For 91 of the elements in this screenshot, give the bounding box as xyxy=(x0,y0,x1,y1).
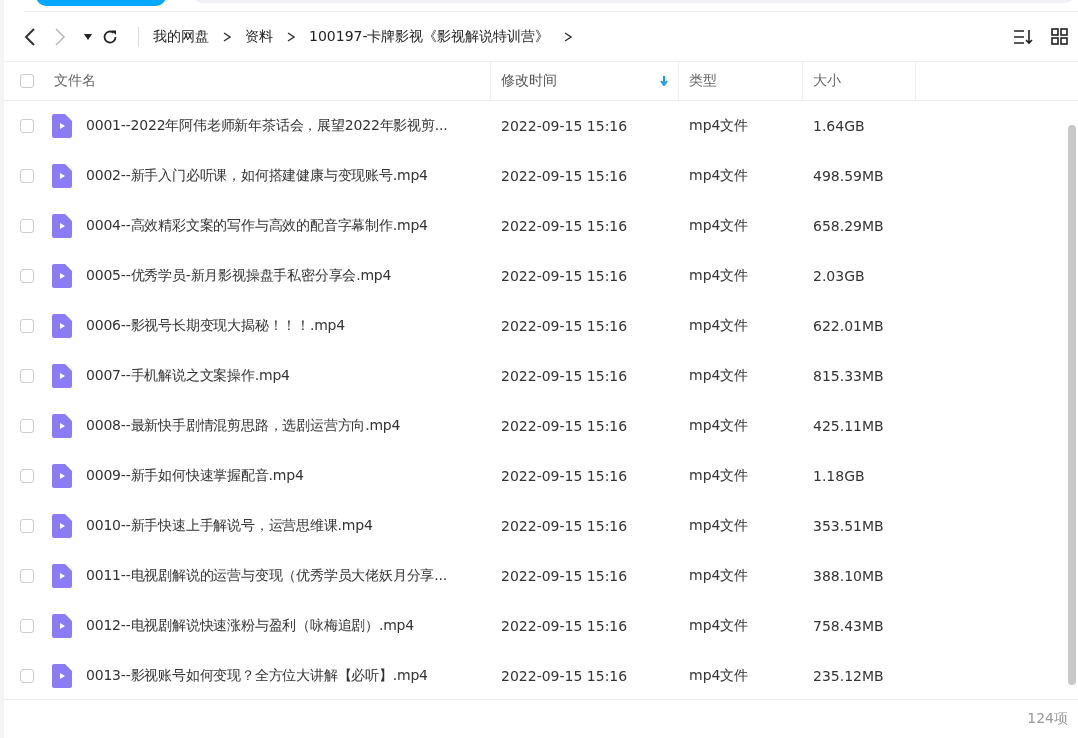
modified-time: 2022-09-15 15:16 xyxy=(500,617,629,636)
column-header[interactable]: 类型 xyxy=(679,62,803,100)
file-type: mp4文件 xyxy=(688,266,750,285)
chevron-icon xyxy=(287,31,295,42)
file-size: 758.43MB xyxy=(812,617,885,636)
file-name[interactable]: 0009--新手如何快速掌握配音.mp4 xyxy=(86,467,304,485)
modified-time: 2022-09-15 15:16 xyxy=(500,117,629,136)
file-name[interactable]: 0002--新手入门必听课，如何搭建健康与变现账号.mp4 xyxy=(86,167,428,185)
forward-icon[interactable] xyxy=(54,27,66,46)
breadcrumb-item[interactable]: 我的网盘 xyxy=(153,27,209,46)
video-file-icon xyxy=(52,664,72,688)
breadcrumb-item[interactable]: 100197-卡牌影视《影视解说特训营》 xyxy=(309,27,550,46)
back-icon[interactable] xyxy=(24,27,36,46)
modified-time: 2022-09-15 15:16 xyxy=(500,217,629,236)
column-header[interactable]: 文件名 xyxy=(54,72,96,90)
modified-time: 2022-09-15 15:16 xyxy=(500,467,629,486)
video-file-icon xyxy=(52,414,72,438)
row-checkbox[interactable] xyxy=(20,469,34,483)
file-type: mp4文件 xyxy=(688,316,750,335)
modified-time: 2022-09-15 15:16 xyxy=(500,167,629,186)
file-size: 1.18GB xyxy=(812,467,866,486)
dropdown-caret-icon[interactable] xyxy=(84,33,92,40)
file-type: mp4文件 xyxy=(688,566,750,585)
file-name[interactable]: 0004--高效精彩文案的写作与高效的配音字幕制作.mp4 xyxy=(86,217,428,235)
file-type: mp4文件 xyxy=(688,466,750,485)
item-count: 124项 xyxy=(1027,710,1068,728)
column-header[interactable]: 大小 xyxy=(803,62,916,100)
video-file-icon xyxy=(52,314,72,338)
file-type: mp4文件 xyxy=(688,366,750,385)
modified-time: 2022-09-15 15:16 xyxy=(500,567,629,586)
video-file-icon xyxy=(52,264,72,288)
chevron-icon xyxy=(563,31,572,42)
modified-time: 2022-09-15 15:16 xyxy=(500,517,629,536)
file-type: mp4文件 xyxy=(688,216,750,235)
file-size: 388.10MB xyxy=(812,567,885,586)
file-name[interactable]: 0013--影视账号如何变现？全方位大讲解【必听】.mp4 xyxy=(86,667,428,685)
video-file-icon xyxy=(52,214,72,238)
breadcrumb-item[interactable]: 资料 xyxy=(245,27,273,46)
modified-time: 2022-09-15 15:16 xyxy=(500,667,629,686)
file-size: 815.33MB xyxy=(812,367,885,386)
file-name[interactable]: 0007--手机解说之文案操作.mp4 xyxy=(86,367,290,385)
video-file-icon xyxy=(52,514,72,538)
chevron-icon xyxy=(223,31,231,42)
row-checkbox[interactable] xyxy=(20,169,34,183)
row-checkbox[interactable] xyxy=(20,569,34,583)
file-type: mp4文件 xyxy=(688,416,750,435)
file-name[interactable]: 0012--电视剧解说快速涨粉与盈利（咏梅追剧）.mp4 xyxy=(86,617,414,635)
video-file-icon xyxy=(52,114,72,138)
file-name[interactable]: 0006--影视号长期变现大揭秘！！！.mp4 xyxy=(86,317,345,335)
modified-time: 2022-09-15 15:16 xyxy=(500,367,629,386)
video-file-icon xyxy=(52,464,72,488)
row-checkbox[interactable] xyxy=(20,619,34,633)
row-checkbox[interactable] xyxy=(20,419,34,433)
file-type: mp4文件 xyxy=(688,516,750,535)
video-file-icon xyxy=(52,564,72,588)
file-size: 622.01MB xyxy=(812,317,885,336)
file-size: 1.64GB xyxy=(812,117,866,136)
video-file-icon xyxy=(52,364,72,388)
file-size: 2.03GB xyxy=(812,267,866,286)
file-name[interactable]: 0008--最新快手剧情混剪思路，选剧运营方向.mp4 xyxy=(86,417,401,435)
file-size: 353.51MB xyxy=(812,517,885,536)
file-name[interactable]: 0005--优秀学员-新月影视操盘手私密分享会.mp4 xyxy=(86,267,392,285)
refresh-icon[interactable] xyxy=(102,28,118,45)
sort-arrow-icon xyxy=(660,76,668,86)
file-size: 235.12MB xyxy=(812,667,885,686)
row-checkbox[interactable] xyxy=(20,119,34,133)
column-header[interactable]: 修改时间 xyxy=(491,62,679,100)
row-checkbox[interactable] xyxy=(20,269,34,283)
file-name[interactable]: 0011--电视剧解说的运营与变现（优秀学员大佬妖月分享... xyxy=(86,567,447,585)
file-type: mp4文件 xyxy=(688,116,750,135)
modified-time: 2022-09-15 15:16 xyxy=(500,317,629,336)
video-file-icon xyxy=(52,164,72,188)
file-size: 425.11MB xyxy=(812,417,885,436)
sort-icon[interactable] xyxy=(1013,28,1033,45)
row-checkbox[interactable] xyxy=(20,669,34,683)
file-type: mp4文件 xyxy=(688,616,750,635)
file-name[interactable]: 0001--2022年阿伟老师新年茶话会，展望2022年影视剪... xyxy=(86,117,448,135)
select-all-checkbox[interactable] xyxy=(20,74,34,88)
row-checkbox[interactable] xyxy=(20,219,34,233)
file-name[interactable]: 0010--新手快速上手解说号，运营思维课.mp4 xyxy=(86,517,373,535)
modified-time: 2022-09-15 15:16 xyxy=(500,417,629,436)
row-checkbox[interactable] xyxy=(20,319,34,333)
row-checkbox[interactable] xyxy=(20,519,34,533)
video-file-icon xyxy=(52,614,72,638)
file-size: 498.59MB xyxy=(812,167,885,186)
modified-time: 2022-09-15 15:16 xyxy=(500,267,629,286)
row-checkbox[interactable] xyxy=(20,369,34,383)
file-type: mp4文件 xyxy=(688,666,750,685)
file-type: mp4文件 xyxy=(688,166,750,185)
file-size: 658.29MB xyxy=(812,217,885,236)
grid-view-icon[interactable] xyxy=(1051,28,1068,45)
